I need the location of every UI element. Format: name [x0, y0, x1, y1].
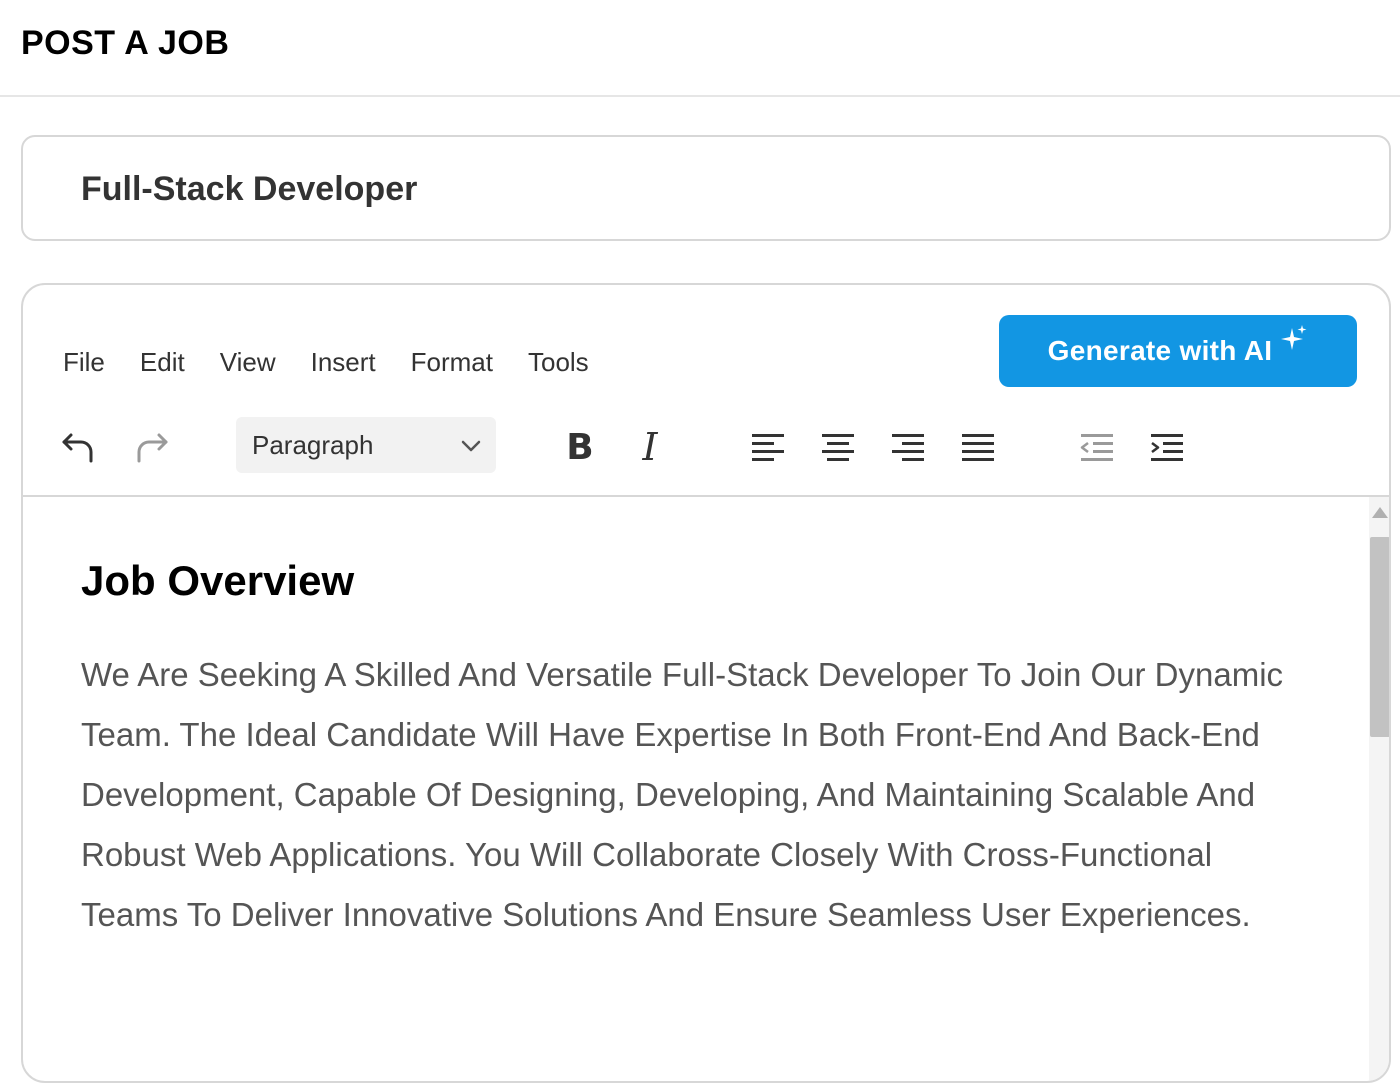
job-title-input[interactable] [81, 166, 1281, 212]
editor-content-area[interactable]: Job Overview We Are Seeking A Skilled An… [23, 497, 1363, 1081]
block-format-select[interactable]: Paragraph [236, 417, 496, 473]
menu-insert[interactable]: Insert [311, 347, 376, 378]
italic-button[interactable]: I [628, 425, 672, 469]
chevron-down-icon [461, 440, 481, 452]
indent-button[interactable] [1145, 425, 1189, 469]
align-right-icon [892, 434, 924, 461]
menu-tools[interactable]: Tools [528, 347, 589, 378]
scroll-thumb[interactable] [1370, 537, 1389, 737]
page-header: POST A JOB [0, 0, 1400, 97]
block-format-value: Paragraph [252, 429, 374, 460]
redo-button[interactable] [129, 425, 173, 469]
align-justify-icon [962, 434, 994, 461]
redo-icon [137, 433, 168, 463]
align-left-icon [752, 434, 784, 461]
job-title-field[interactable] [21, 135, 1391, 241]
menu-edit[interactable]: Edit [140, 347, 185, 378]
sparkle-icon [1281, 325, 1307, 350]
generate-with-ai-button[interactable]: Generate with AI [999, 315, 1357, 387]
menu-format[interactable]: Format [411, 347, 493, 378]
content-heading: Job Overview [81, 557, 355, 604]
rich-text-editor: File Edit View Insert Format Tools Gener… [21, 283, 1391, 1083]
indent-icon [1151, 434, 1183, 461]
undo-button[interactable] [57, 425, 101, 469]
align-center-icon [822, 434, 854, 461]
page-title: POST A JOB [21, 24, 230, 62]
align-center-button[interactable] [816, 425, 860, 469]
editor-menubar: File Edit View Insert Format Tools [63, 347, 624, 378]
bold-button[interactable]: B [558, 425, 602, 469]
menu-file[interactable]: File [63, 347, 105, 378]
content-body: We Are Seeking A Skilled And Versatile F… [81, 656, 1284, 933]
align-left-button[interactable] [746, 425, 790, 469]
editor-scrollbar[interactable] [1369, 497, 1389, 1081]
menu-view[interactable]: View [220, 347, 276, 378]
align-right-button[interactable] [886, 425, 930, 469]
undo-icon [62, 433, 93, 463]
scroll-up-icon[interactable] [1372, 507, 1388, 518]
outdent-icon [1080, 434, 1113, 461]
outdent-button[interactable] [1075, 425, 1119, 469]
align-justify-button[interactable] [956, 425, 1000, 469]
generate-with-ai-label: Generate with AI [1047, 335, 1273, 366]
editor-toolbar: Paragraph B I [23, 415, 1389, 497]
